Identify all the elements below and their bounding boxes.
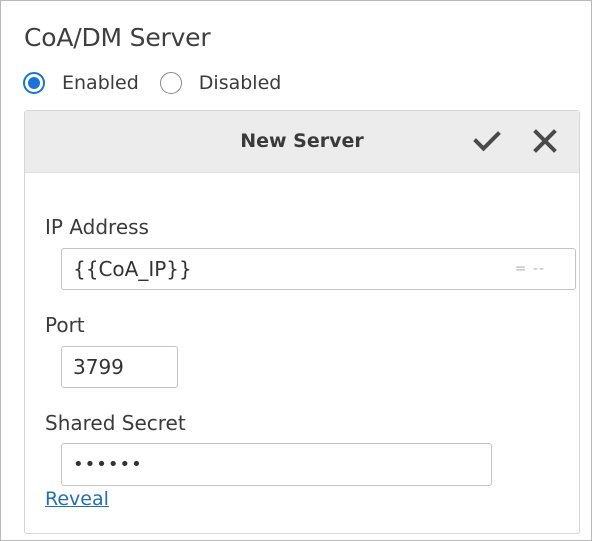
shared-secret-label: Shared Secret <box>45 411 186 435</box>
disabled-radio[interactable]: Disabled <box>159 72 282 94</box>
coa-dm-panel: CoA/DM Server Enabled Disabled New Serve… <box>0 0 592 541</box>
section-title: CoA/DM Server <box>24 23 211 52</box>
ip-address-label: IP Address <box>45 215 149 239</box>
port-label: Port <box>45 313 85 337</box>
disabled-radio-label[interactable]: Disabled <box>199 72 282 94</box>
enabled-radio[interactable]: Enabled <box>23 72 139 94</box>
shared-secret-input[interactable]: •••••• <box>61 443 492 486</box>
ip-address-suffix: = -- <box>514 261 545 277</box>
enable-radio-group: Enabled Disabled <box>23 72 281 94</box>
enabled-radio-label[interactable]: Enabled <box>62 72 139 94</box>
reveal-link[interactable]: Reveal <box>45 488 109 510</box>
disabled-radio-button[interactable] <box>159 72 182 94</box>
ip-address-input[interactable]: {{CoA_IP}} = -- <box>61 248 576 290</box>
card-header: New Server <box>25 111 579 173</box>
close-icon[interactable] <box>531 127 559 155</box>
port-input[interactable]: 3799 <box>61 346 178 388</box>
shared-secret-value: •••••• <box>73 454 143 475</box>
check-icon[interactable] <box>473 127 501 155</box>
new-server-card: New Server IP Address {{CoA_IP}} = -- Po… <box>24 110 580 534</box>
enabled-radio-button[interactable] <box>23 72 45 94</box>
port-value: 3799 <box>73 355 124 379</box>
ip-address-value: {{CoA_IP}} <box>73 257 192 281</box>
